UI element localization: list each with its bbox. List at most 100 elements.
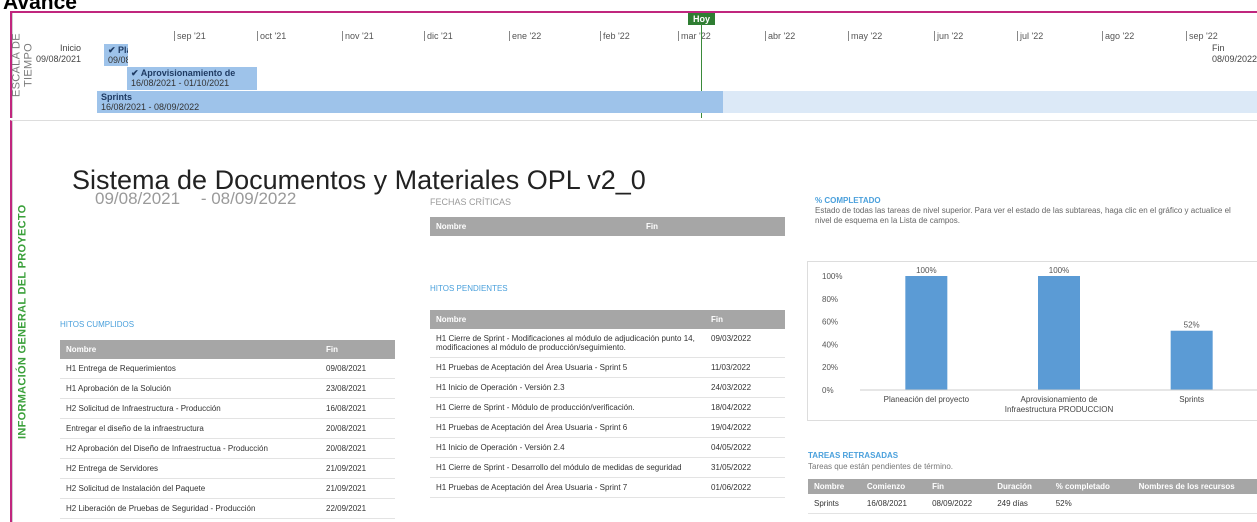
- end-date: 08/09/2022: [1211, 54, 1257, 64]
- table-row[interactable]: Entregar el diseño de la infraestructura…: [60, 418, 395, 439]
- timeline-bar-aprovisionamiento[interactable]: ✔ Aprovisionamiento de 16/08/2021 - 01/1…: [127, 67, 257, 90]
- cell-name: H2 Liberación de Pruebas de Seguridad - …: [60, 498, 320, 519]
- timeline-side-label: ESCALA DE TIEMPO: [11, 13, 35, 118]
- cell-name: H1 Pruebas de Aceptación del Área Usuari…: [430, 417, 705, 438]
- critical-table: Nombre Fin: [430, 217, 785, 236]
- table-row[interactable]: H2 Aprobación del Diseño de Infraestruct…: [60, 438, 395, 459]
- table-row[interactable]: H1 Inicio de Operación - Versión 2.3 24/0…: [430, 377, 785, 398]
- start-label: Inicio: [60, 43, 82, 53]
- y-tick-label: 80%: [822, 295, 838, 304]
- month-label: sep '22: [1186, 31, 1218, 41]
- table-row[interactable]: H2 Entrega de Servidores 21/09/2021: [60, 458, 395, 479]
- percent-chart[interactable]: 0% 20% 40% 60% 80% 100% 100% Planeación del pro…: [807, 261, 1257, 421]
- cell-end: 04/05/2022: [705, 437, 785, 458]
- critical-heading: FECHAS CRÍTICAS: [430, 197, 512, 207]
- col-name: Nombre: [60, 340, 320, 359]
- cell-name: H1 Pruebas de Aceptación del Área Usuari…: [430, 357, 705, 378]
- data-label: 52%: [1184, 321, 1200, 330]
- cell-end: 16/08/2021: [320, 398, 395, 419]
- y-tick-label: 40%: [822, 340, 838, 349]
- table-row[interactable]: H1 Inicio de Operación - Versión 2.4 04/0…: [430, 437, 785, 458]
- col-end: Fin: [705, 310, 785, 329]
- x-tick-label: Aprovisionamiento de: [1021, 395, 1098, 404]
- month-label: jun '22: [934, 31, 963, 41]
- month-label: jul '22: [1017, 31, 1043, 41]
- table-row[interactable]: H1 Entrega de Requerimientos 09/08/2021: [60, 359, 395, 379]
- y-tick-label: 0%: [822, 386, 834, 395]
- cell-end: 09/03/2022: [705, 329, 785, 358]
- table-row[interactable]: H2 Solicitud de Infraestructura - Produc…: [60, 398, 395, 419]
- timeline-bar-sprints[interactable]: Sprints 16/08/2021 - 08/09/2022: [97, 91, 1257, 113]
- timeline-area[interactable]: sep '21 oct '21 nov '21 dic '21 ene '22 …: [34, 13, 1257, 118]
- cell-end: 18/04/2022: [705, 397, 785, 418]
- late-cell: 249 días: [991, 494, 1050, 514]
- table-row[interactable]: H2 Solicitud de Instalación del Paquete 2…: [60, 478, 395, 499]
- percent-description: Estado de todas las tareas de nivel supe…: [815, 206, 1231, 225]
- timeline-bar-plan[interactable]: ✔ Plan 09/08/2: [104, 44, 128, 66]
- late-table: Nombre Comienzo Fin Duración% completado Nom…: [808, 479, 1257, 514]
- cell-end: 21/09/2021: [320, 458, 395, 479]
- x-tick-label: Sprints: [1179, 395, 1204, 404]
- project-dates: 09/08/2021 - 08/09/2022: [95, 189, 312, 209]
- late-col-header: Duración: [991, 479, 1050, 494]
- table-row[interactable]: H1 Cierre de Sprint - Desarrollo del mód…: [430, 457, 785, 478]
- table-row[interactable]: H1 Aprobación de la Solución 23/08/2021: [60, 378, 395, 399]
- late-col-header: Nombres de los recursos: [1132, 479, 1257, 494]
- cell-end: 20/08/2021: [320, 438, 395, 459]
- table-row[interactable]: H2 Liberación de Pruebas de Seguridad - …: [60, 498, 395, 519]
- cell-name: H1 Pruebas de Aceptación del Área Usuari…: [430, 477, 705, 498]
- month-label: abr '22: [765, 31, 795, 41]
- cell-end: 01/06/2022: [705, 477, 785, 498]
- cell-end: 20/08/2021: [320, 418, 395, 439]
- percent-heading: % COMPLETADO: [815, 196, 881, 205]
- project-end: - 08/09/2022: [200, 189, 297, 208]
- cell-name: H1 Entrega de Requerimientos: [60, 359, 320, 379]
- cell-name: H2 Aprobación del Diseño de Infraestruct…: [60, 438, 320, 459]
- cell-name: H1 Inicio de Operación - Versión 2.3: [430, 377, 705, 398]
- table-row[interactable]: H1 Pruebas de Aceptación del Área Usuari…: [430, 477, 785, 498]
- chart-svg: 0% 20% 40% 60% 80% 100% 100% Planeación del pro…: [822, 266, 1257, 414]
- month-label: ene '22: [509, 31, 541, 41]
- month-label: feb '22: [600, 31, 630, 41]
- late-col-header: Fin: [926, 479, 992, 494]
- month-label: sep '21: [174, 31, 206, 41]
- late-col-header: % completado: [1049, 479, 1133, 494]
- cell-end: 09/08/2021: [320, 359, 395, 379]
- x-tick-label: Infraestructura PRODUCCION: [1005, 405, 1114, 414]
- y-tick-label: 100%: [822, 272, 842, 281]
- start-date: 09/08/2021: [35, 54, 82, 64]
- cell-name: H2 Entrega de Servidores: [60, 458, 320, 479]
- chart-bar: [1170, 330, 1213, 390]
- late-cell: 16/08/2021: [860, 494, 927, 514]
- col-name: Nombre: [430, 310, 705, 329]
- month-label: ago '22: [1102, 31, 1134, 41]
- bar-dates: 16/08/2021 - 01/10/2021: [131, 78, 230, 88]
- x-tick-label: Planeación del proyecto: [884, 395, 970, 404]
- month-label: nov '21: [342, 31, 374, 41]
- late-subtitle: Tareas que están pendientes de término.: [808, 462, 953, 471]
- table-row[interactable]: Sprints 16/08/2021 08/09/2022 249 días 52%: [808, 494, 1257, 514]
- cell-name: H1 Inicio de Operación - Versión 2.4: [430, 437, 705, 458]
- y-tick-label: 60%: [822, 318, 838, 327]
- table-row[interactable]: H1 Cierre de Sprint - Modificaciones al …: [430, 329, 785, 358]
- timeline-panel[interactable]: ESCALA DE TIEMPO sep '21 oct '21 nov '21…: [10, 11, 1257, 118]
- chart-bar: [905, 276, 948, 390]
- table-row[interactable]: H1 Pruebas de Aceptación del Área Usuari…: [430, 417, 785, 438]
- timeline-start: Inicio 09/08/2021: [36, 43, 82, 65]
- month-label: oct '21: [257, 31, 286, 41]
- cell-name: H1 Aprobación de la Solución: [60, 378, 320, 399]
- cell-end: 24/03/2022: [705, 377, 785, 398]
- project-start: 09/08/2021: [95, 189, 181, 208]
- cell-end: 21/09/2021: [320, 478, 395, 499]
- cell-name: H1 Cierre de Sprint - Modificaciones al …: [430, 329, 705, 358]
- late-col-header: Nombre: [808, 479, 861, 494]
- table-row[interactable]: H1 Cierre de Sprint - Módulo de producci…: [430, 397, 785, 418]
- done-heading: HITOS CUMPLIDOS: [60, 320, 135, 329]
- late-col-header: Comienzo: [860, 479, 927, 494]
- end-label: Fin: [1211, 43, 1225, 53]
- cell-name: H2 Solicitud de Instalación del Paquete: [60, 478, 320, 499]
- project-info-panel: INFORMACIÓN GENERAL DEL PROYECTO Sistema…: [10, 120, 1257, 522]
- cell-end: 11/03/2022: [705, 357, 785, 378]
- table-row[interactable]: H1 Pruebas de Aceptación del Área Usuari…: [430, 357, 785, 378]
- bar-dates: 09/08/2: [108, 55, 128, 65]
